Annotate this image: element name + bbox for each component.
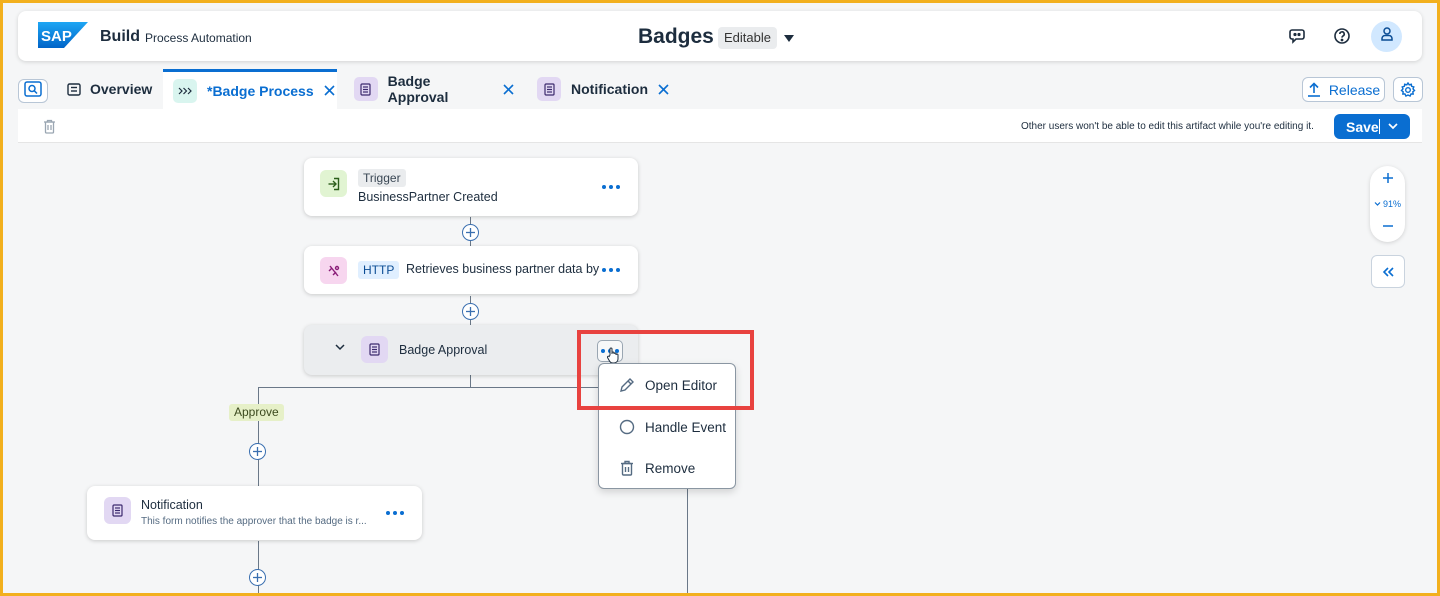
zoom-out-icon[interactable]: [1370, 224, 1405, 228]
form-icon: [361, 336, 388, 363]
menu-item-open-editor[interactable]: Open Editor: [599, 366, 735, 404]
save-divider: [1379, 119, 1380, 134]
upload-icon: [1307, 82, 1321, 97]
menu-item-remove[interactable]: Remove: [599, 449, 735, 487]
collapse-panel-button[interactable]: [1371, 255, 1405, 288]
svg-text:SAP: SAP: [41, 28, 72, 45]
tab-label: Overview: [90, 81, 153, 97]
node-label: BusinessPartner Created: [358, 190, 498, 204]
hand-cursor-icon: [606, 347, 620, 364]
caret-down-icon[interactable]: [784, 30, 794, 48]
add-step-icon[interactable]: [249, 443, 266, 460]
save-button[interactable]: Save: [1334, 114, 1410, 139]
document-list-icon: [67, 82, 81, 96]
tab-badge-process[interactable]: *Badge Process: [163, 69, 337, 109]
close-icon[interactable]: [324, 85, 335, 96]
settings-button[interactable]: [1393, 77, 1423, 102]
close-icon[interactable]: [503, 83, 514, 95]
editor-toolbar: Other users won't be able to edit this a…: [18, 109, 1422, 143]
release-label: Release: [1328, 81, 1381, 98]
tab-badge-approval[interactable]: Badge Approval: [354, 69, 514, 109]
more-options-icon[interactable]: [602, 268, 620, 272]
more-options-icon[interactable]: [602, 185, 620, 189]
zoom-control: 91%: [1370, 166, 1405, 242]
add-step-icon[interactable]: [249, 569, 266, 586]
node-type-tag: Trigger: [358, 169, 406, 187]
node-description: This form notifies the approver that the…: [141, 516, 367, 527]
trash-icon[interactable]: [43, 119, 56, 134]
http-node[interactable]: HTTP Retrieves business partner data by: [304, 246, 638, 294]
double-chevron-left-icon: [1381, 266, 1395, 278]
sap-logo: SAP: [38, 22, 88, 53]
node-title: Notification: [141, 498, 203, 512]
context-menu: Open Editor Handle Event Remove: [598, 363, 736, 489]
help-icon[interactable]: [1329, 23, 1355, 49]
add-step-icon[interactable]: [462, 224, 479, 241]
menu-item-label: Open Editor: [645, 377, 718, 393]
app-frame: SAP Build Process Automation Badges Edit…: [3, 3, 1437, 593]
zoom-level: 91%: [1383, 199, 1402, 209]
lock-message: Other users won't be able to edit this a…: [1021, 121, 1314, 132]
feedback-icon[interactable]: [1284, 23, 1310, 49]
form-icon: [537, 77, 561, 101]
tab-notification[interactable]: Notification: [537, 69, 677, 109]
tab-bar: Overview *Badge Process Badge Approval N…: [3, 65, 1437, 109]
tab-label: Badge Approval: [387, 73, 449, 105]
branch-label: Approve: [229, 404, 284, 421]
trigger-node[interactable]: Trigger BusinessPartner Created: [304, 158, 638, 216]
search-artifact-button[interactable]: [18, 79, 48, 103]
status-badge: Editable: [718, 27, 777, 49]
process-icon: [173, 78, 197, 103]
product-name: Build: [100, 28, 140, 45]
shell-bar: SAP Build Process Automation Badges Edit…: [18, 11, 1422, 61]
tab-label: Notification: [571, 81, 648, 97]
zoom-in-icon[interactable]: [1370, 172, 1405, 184]
node-type-tag: HTTP: [358, 261, 400, 279]
chevron-down-icon[interactable]: [1387, 119, 1399, 136]
form-icon: [104, 497, 131, 524]
product-subtitle: Process Automation: [145, 31, 252, 45]
close-icon[interactable]: [658, 83, 669, 95]
release-button[interactable]: Release: [1302, 77, 1385, 102]
form-icon: [354, 77, 378, 101]
notification-node[interactable]: Notification This form notifies the appr…: [87, 486, 422, 540]
process-canvas[interactable]: Trigger BusinessPartner Created HTTP Ret…: [18, 143, 1422, 593]
gear-icon: [1400, 81, 1416, 98]
http-action-icon: [320, 257, 347, 284]
tab-label: *Badge Process: [207, 82, 314, 99]
connector-line: [470, 375, 471, 387]
connector-line: [258, 387, 259, 487]
user-avatar[interactable]: [1371, 21, 1402, 52]
chevron-down-icon[interactable]: [334, 342, 346, 352]
search-icon: [24, 80, 42, 102]
circle-icon: [618, 419, 636, 435]
add-step-icon[interactable]: [462, 303, 479, 320]
save-label: Save: [1346, 119, 1379, 135]
menu-item-handle-event[interactable]: Handle Event: [599, 408, 735, 446]
trash-icon: [618, 460, 636, 476]
user-icon: [1379, 26, 1395, 47]
more-options-icon[interactable]: [386, 511, 404, 515]
approval-node[interactable]: Badge Approval: [304, 325, 638, 375]
menu-item-label: Handle Event: [645, 419, 727, 435]
node-label: Retrieves business partner data by: [406, 262, 600, 276]
menu-item-label: Remove: [645, 460, 696, 476]
node-label: Badge Approval: [399, 343, 488, 357]
trigger-icon: [320, 170, 347, 197]
page-title: Badges: [638, 25, 714, 48]
tab-overview[interactable]: Overview: [53, 69, 163, 109]
zoom-level-dropdown[interactable]: 91%: [1374, 199, 1401, 209]
pencil-icon: [618, 377, 636, 393]
